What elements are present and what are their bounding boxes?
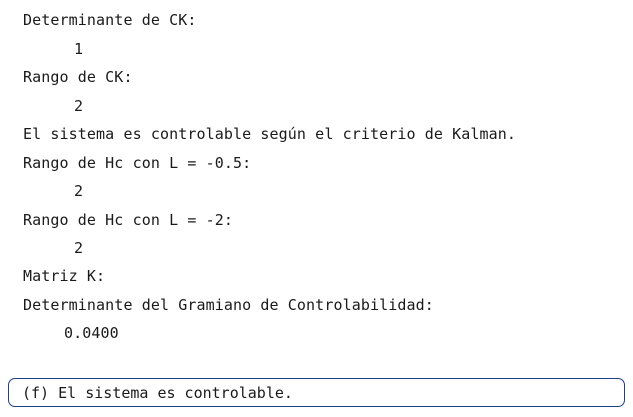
output-label-rango-hc-l2: Rango de Hc con L = -2: [23,211,234,229]
output-value-rango-hc-l2: 2 [74,239,84,257]
command-window-output: Determinante de CK: 1 Rango de CK: 2 El … [0,0,633,372]
output-value-determinante-ck: 1 [74,40,84,58]
command-line-input[interactable]: (f) El sistema es controlable. [8,378,625,407]
output-label-determinante-ck: Determinante de CK: [23,11,197,29]
output-label-rango-ck: Rango de CK: [23,68,133,86]
output-value-gramiano: 0.0400 [64,324,119,342]
output-label-matriz-k: Matriz K: [23,267,106,285]
output-value-rango-hc-l1: 2 [74,182,84,200]
output-label-gramiano: Determinante del Gramiano de Controlabil… [23,296,434,314]
command-line-text: (f) El sistema es controlable. [22,384,293,402]
output-label-rango-hc-l1: Rango de Hc con L = -0.5: [23,154,252,172]
output-kalman-message: El sistema es controlable según el crite… [23,125,517,143]
output-value-rango-ck: 2 [74,97,84,115]
